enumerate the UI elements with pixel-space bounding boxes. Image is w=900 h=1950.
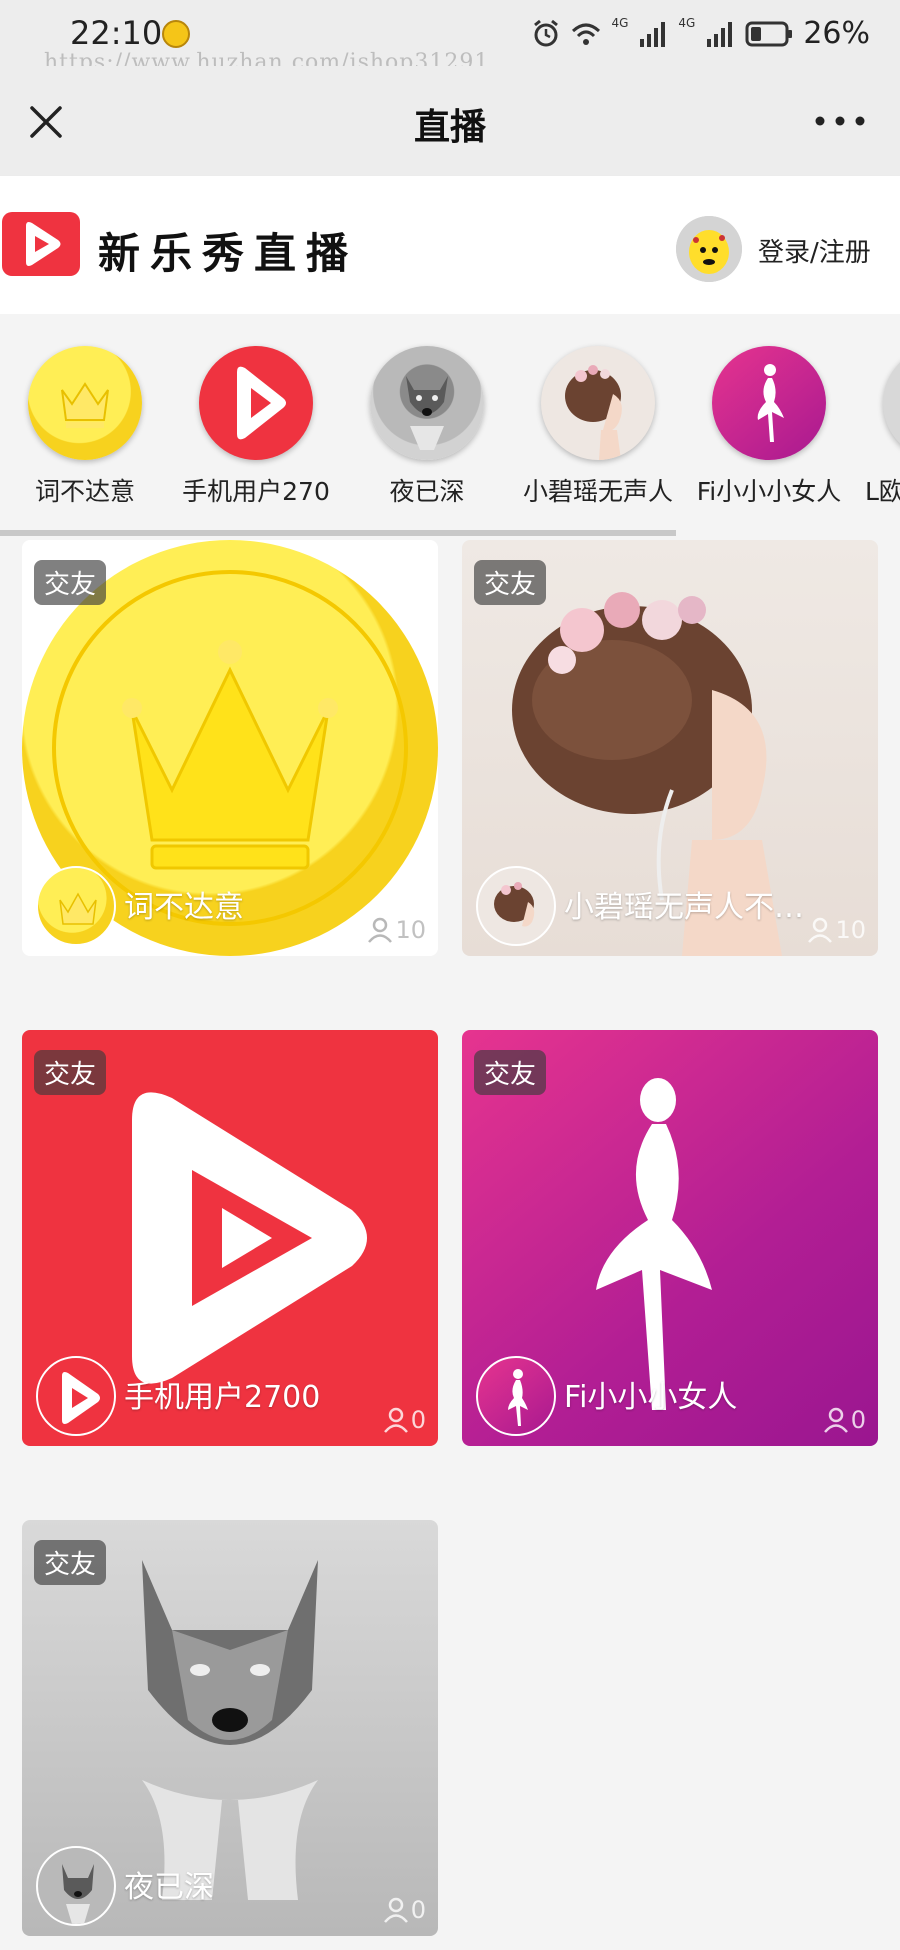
- red-play-avatar: [199, 346, 313, 460]
- signal-label-2: 4G: [678, 16, 696, 30]
- signal-icon-1: [640, 21, 666, 47]
- host-name: 手机用户2700: [124, 1380, 321, 1415]
- viewer-count-value: 10: [835, 916, 866, 944]
- live-room-card[interactable]: 交友 词不达意 10: [22, 540, 438, 956]
- wifi-icon: [572, 23, 601, 45]
- category-tag: 交友: [474, 1050, 547, 1095]
- carousel-scrollbar[interactable]: [0, 530, 676, 536]
- alarm-icon: [534, 19, 559, 46]
- nav-bar: 直播: [0, 66, 900, 176]
- host-avatar: [36, 1356, 116, 1436]
- host-name: 词不达意: [124, 890, 244, 925]
- person-icon: [368, 917, 393, 943]
- viewer-count-value: 0: [410, 1406, 426, 1434]
- category-tag: 交友: [34, 560, 107, 605]
- girl-portrait-icon: [565, 365, 622, 460]
- host-carousel[interactable]: 词不达意 手机用户270 夜已深 小碧瑶无声人 Fi小小小女人 L欧: [0, 314, 900, 536]
- category-tag: 交友: [34, 1050, 107, 1095]
- brand-logo-icon: [2, 212, 80, 276]
- host-avatar: [476, 866, 556, 946]
- host-name: Fi小小小女人: [564, 1380, 738, 1415]
- wolf-icon: [406, 376, 448, 450]
- carousel-item-label: 夜已深: [389, 477, 465, 506]
- login-register-link[interactable]: 登录/注册: [758, 232, 871, 269]
- live-room-card[interactable]: 交友 夜已深 0: [22, 1520, 438, 1936]
- carousel-item[interactable]: 手机用户270: [171, 346, 341, 508]
- carousel-item-label: L欧: [865, 477, 900, 506]
- carousel-item-label: 小碧瑶无声人: [523, 477, 673, 506]
- carousel-item-label: 词不达意: [34, 477, 135, 506]
- host-name: 小碧瑶无声人不…: [564, 890, 804, 925]
- status-bar: 22:10 https://www.huzhan.com/ishop31291 …: [0, 0, 900, 75]
- crown-icon: [61, 382, 109, 428]
- carousel-item-label: 手机用户270: [182, 477, 330, 506]
- viewer-count: 10: [807, 916, 866, 944]
- viewer-count: 0: [823, 1406, 866, 1434]
- app-header: 新乐秀直播 登录/注册: [0, 176, 900, 314]
- battery-icon: [745, 21, 793, 46]
- person-icon: [823, 1407, 848, 1433]
- girl-flowers-avatar: [541, 346, 655, 460]
- signal-label-1: 4G: [611, 16, 629, 30]
- carousel-item[interactable]: 夜已深: [342, 346, 512, 508]
- play-logo-icon: [237, 366, 286, 440]
- viewer-count-value: 0: [850, 1406, 866, 1434]
- viewer-count: 0: [383, 1896, 426, 1924]
- viewer-count-value: 0: [410, 1896, 426, 1924]
- crown-coin-avatar: [28, 346, 142, 460]
- status-indicators: 4G 4G 26%: [531, 16, 870, 51]
- person-icon: [808, 917, 833, 943]
- live-room-card[interactable]: 交友 Fi小小小女人 0: [462, 1030, 878, 1446]
- category-tag: 交友: [474, 560, 547, 605]
- host-avatar: [36, 866, 116, 946]
- carousel-item-label: Fi小小小女人: [696, 477, 842, 506]
- wolf-avatar: [370, 346, 484, 460]
- battery-percent: 26%: [803, 16, 870, 51]
- category-tag: 交友: [34, 1540, 107, 1585]
- host-avatar: [883, 346, 900, 460]
- signal-icon-2: [707, 21, 733, 47]
- viewer-count-value: 10: [395, 916, 426, 944]
- viewer-count: 0: [383, 1406, 426, 1434]
- host-avatar: [476, 1356, 556, 1436]
- host-name: 夜已深: [124, 1870, 214, 1905]
- dancer-silhouette-icon: [757, 364, 784, 442]
- carousel-item[interactable]: 小碧瑶无声人: [513, 346, 683, 508]
- person-icon: [383, 1407, 408, 1433]
- page-title: 直播: [413, 107, 486, 148]
- more-options-icon[interactable]: [810, 106, 870, 136]
- person-icon: [383, 1897, 408, 1923]
- notification-emoji-icon: [162, 20, 190, 48]
- status-time: 22:10: [70, 14, 163, 52]
- dancer-avatar: [712, 346, 826, 460]
- live-room-card[interactable]: 交友 小碧瑶无声人不… 10: [462, 540, 878, 956]
- brand-name: 新乐秀直播: [98, 229, 359, 278]
- carousel-item[interactable]: 词不达意: [0, 346, 170, 508]
- carousel-item[interactable]: L欧: [855, 346, 900, 508]
- live-room-card[interactable]: 交友 手机用户2700 0: [22, 1030, 438, 1446]
- cartoon-avatar-icon: [676, 216, 742, 282]
- user-avatar[interactable]: [676, 216, 742, 282]
- carousel-item[interactable]: Fi小小小女人: [684, 346, 854, 508]
- viewer-count: 10: [367, 916, 426, 944]
- host-avatar: [36, 1846, 116, 1926]
